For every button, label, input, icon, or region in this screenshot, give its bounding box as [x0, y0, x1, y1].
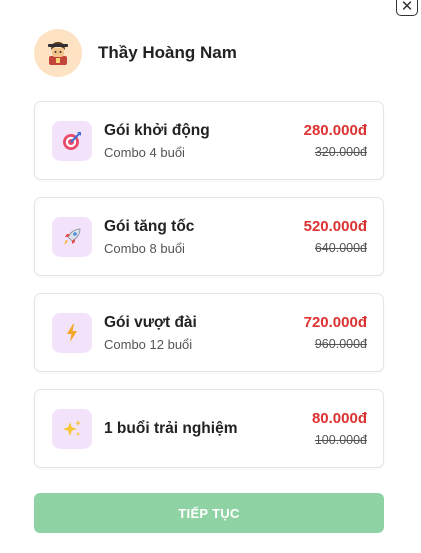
package-sessions: Combo 8 buổi: [104, 240, 185, 256]
rocket-icon: [52, 217, 92, 257]
package-price: 520.000đ: [303, 218, 367, 235]
package-card-tang-toc[interactable]: Gói tăng tốc Combo 8 buổi 520.000đ 640.0…: [34, 197, 384, 276]
teacher-header: Thầy Hoàng Nam: [34, 29, 237, 77]
package-card-vuot-dai[interactable]: Gói vượt đài Combo 12 buổi 720.000đ 960.…: [34, 293, 384, 372]
package-name: 1 buổi trải nghiệm: [104, 419, 238, 437]
package-list: Gói khởi động Combo 4 buổi 280.000đ 320.…: [34, 101, 384, 485]
package-old-price: 100.000đ: [314, 433, 367, 447]
close-button[interactable]: ✕: [396, 0, 418, 16]
package-old-price: 320.000đ: [314, 145, 367, 159]
package-old-price: 640.000đ: [314, 241, 367, 255]
package-card-trai-nghiem[interactable]: 1 buổi trải nghiệm 80.000đ 100.000đ: [34, 389, 384, 468]
package-card-khoi-dong[interactable]: Gói khởi động Combo 4 buổi 280.000đ 320.…: [34, 101, 384, 180]
package-name: Gói vượt đài: [104, 313, 197, 331]
teacher-name: Thầy Hoàng Nam: [98, 43, 237, 62]
close-icon: ✕: [400, 0, 414, 15]
package-price: 80.000đ: [311, 410, 367, 427]
package-name: Gói khởi động: [104, 121, 210, 139]
lightning-icon: [52, 313, 92, 353]
sparkles-icon: [52, 409, 92, 449]
package-name: Gói tăng tốc: [104, 217, 195, 235]
package-old-price: 960.000đ: [314, 337, 367, 351]
package-price: 720.000đ: [303, 314, 367, 331]
package-sessions: Combo 12 buổi: [104, 336, 193, 352]
package-price: 280.000đ: [303, 122, 367, 139]
target-icon: [52, 121, 92, 161]
continue-button[interactable]: TIẾP TỤC: [34, 493, 384, 533]
teacher-avatar-icon: [34, 29, 82, 77]
package-sessions: Combo 4 buổi: [104, 144, 185, 160]
